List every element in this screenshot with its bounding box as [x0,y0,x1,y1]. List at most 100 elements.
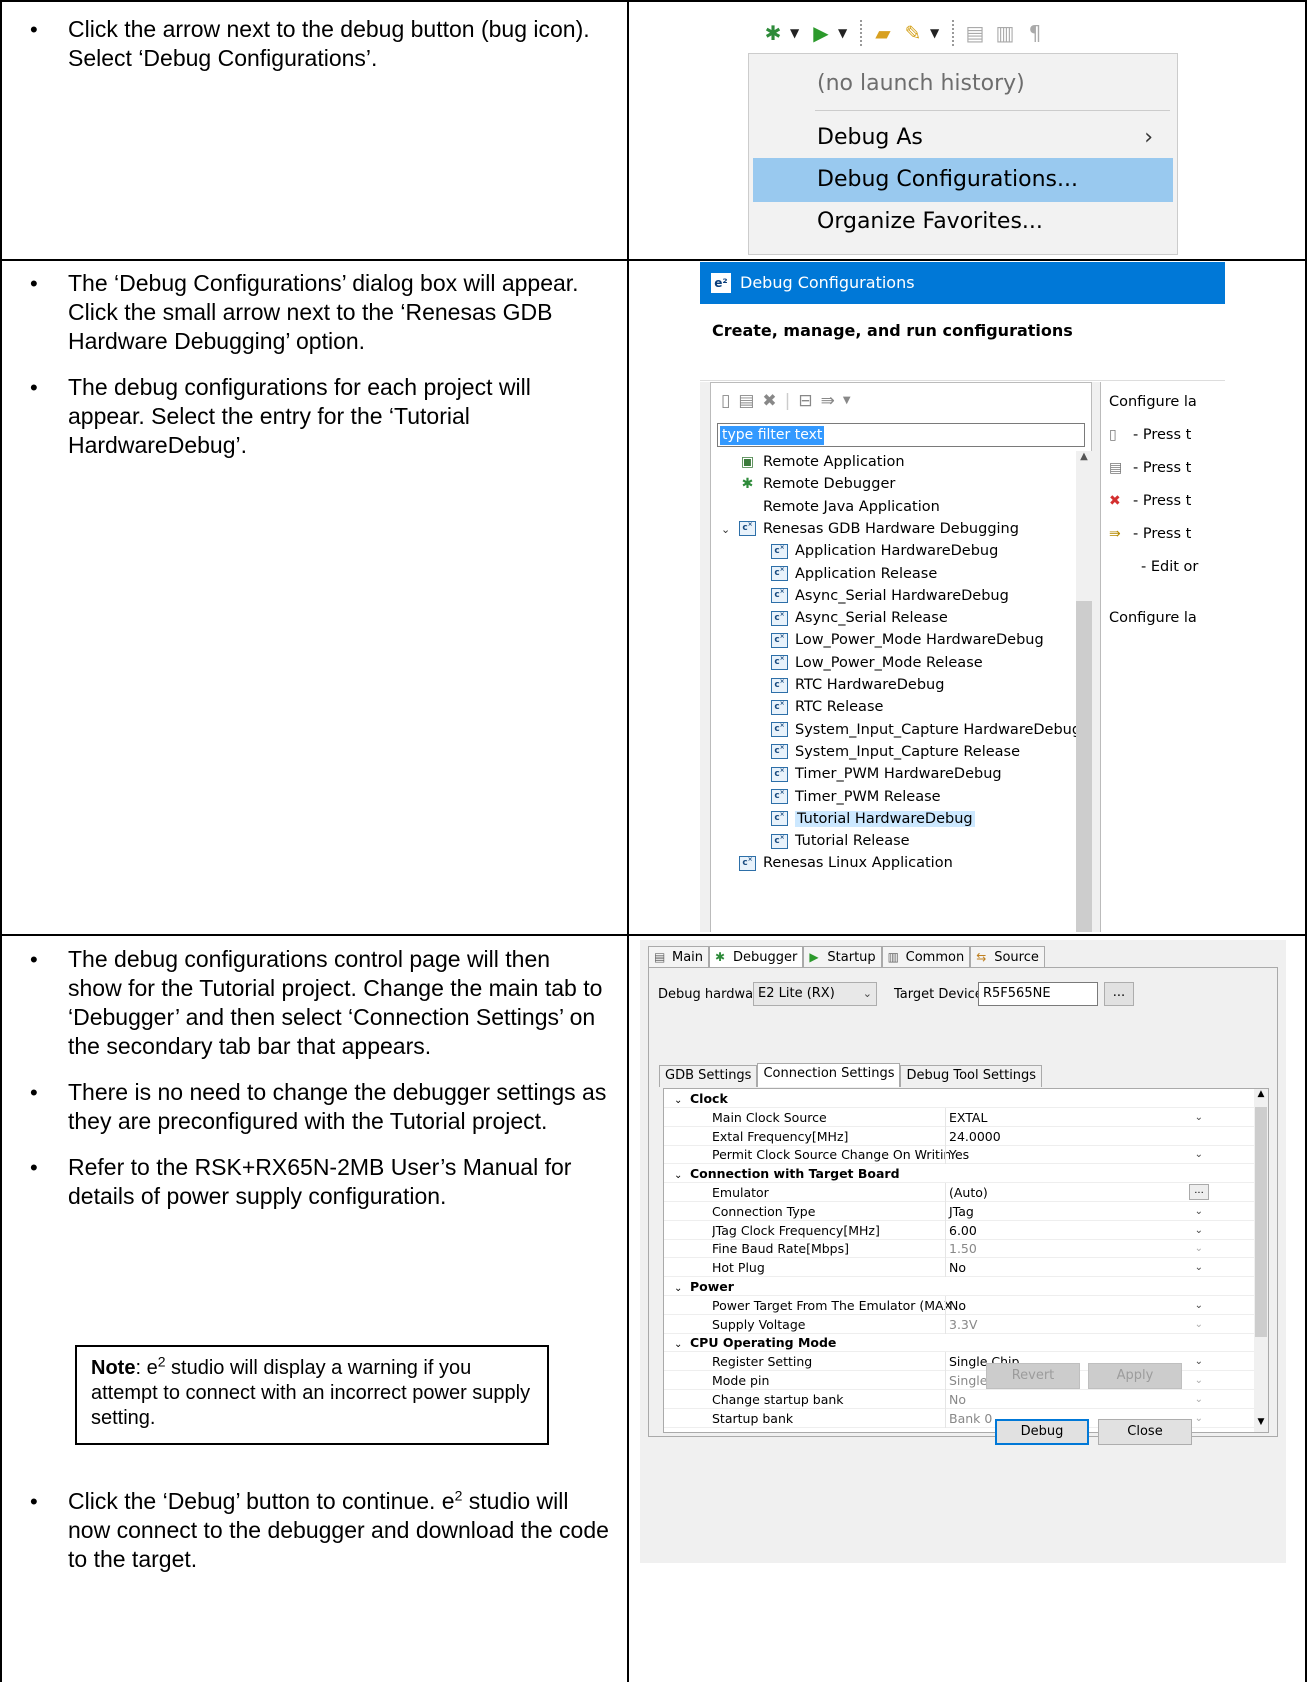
property-row[interactable]: JTag Clock Frequency[MHz] 6.00 ⌄ [664,1220,1254,1240]
property-row[interactable]: Connection Type JTag ⌄ [664,1201,1254,1221]
property-row[interactable]: Hot Plug No ⌄ [664,1258,1254,1278]
scroll-up-arrow-icon[interactable]: ▲ [1254,1089,1268,1099]
property-value[interactable]: (Auto)... [945,1183,1215,1202]
close-button[interactable]: Close [1098,1419,1192,1445]
tree-item[interactable]: c× Timer_PWM HardwareDebug [771,763,1002,785]
property-row[interactable]: Extal Frequency[MHz] 24.0000 [664,1126,1254,1146]
duplicate-icon[interactable]: ▤ [738,391,754,411]
scroll-down-arrow-icon[interactable]: ▼ [1254,1417,1268,1427]
filter-icon[interactable]: ⇛ [821,391,835,411]
ellipsis-button[interactable]: ... [1189,1184,1209,1200]
chevron-down-icon[interactable]: ⌄ [1195,1108,1203,1127]
debug-button[interactable]: Debug [995,1419,1089,1445]
chevron-down-icon[interactable]: ⌄ [1195,1221,1203,1240]
menu-item-debug-configurations[interactable]: Debug Configurations... [753,158,1173,202]
tree-item[interactable]: c× Async_Serial Release [771,607,948,629]
tree-item[interactable]: c× Renesas Linux Application [721,852,953,874]
menu-item-debug-as[interactable]: Debug As › [753,116,1173,160]
scroll-up-arrow-icon[interactable]: ▲ [1076,451,1092,467]
property-value[interactable]: No ⌄ [945,1295,1215,1315]
tree-item[interactable]: c× System_Input_Capture HardwareDebug [771,719,1081,741]
property-row[interactable]: Permit Clock Source Change On Writing IY… [664,1145,1254,1165]
tree-item[interactable]: ▣ Remote Application [721,451,905,473]
chevron-down-icon[interactable]: ⌄ [1195,1202,1203,1221]
new-config-icon[interactable]: ▯ [721,391,730,411]
chevron-down-icon[interactable]: ⌄ [1195,1409,1203,1428]
tree-item[interactable]: c× Low_Power_Mode Release [771,652,983,674]
tree-item[interactable]: c× RTC HardwareDebug [771,674,944,696]
property-row[interactable]: Main Clock Source EXTAL ⌄ [664,1107,1254,1127]
tree-item[interactable]: c× RTC Release [771,696,883,718]
tab-startup[interactable]: ▶ Startup [803,946,882,968]
property-row[interactable]: Supply Voltage 3.3V ⌄ [664,1314,1254,1334]
property-value[interactable]: 6.00 ⌄ [945,1220,1215,1240]
property-value[interactable]: 3.3V ⌄ [945,1314,1215,1334]
property-row[interactable]: Change startup bank No ⌄ [664,1389,1254,1409]
tab-main[interactable]: ▤ Main [648,946,710,968]
debug-dropdown-arrow[interactable]: ▼ [790,26,804,40]
property-category[interactable]: ⌄ Clock [664,1089,1254,1108]
tree-item[interactable]: c× Low_Power_Mode HardwareDebug [771,629,1044,651]
document-icon[interactable]: ▤ [962,20,988,46]
property-category[interactable]: ⌄ Connection with Target Board [664,1164,1254,1184]
revert-button[interactable]: Revert [986,1363,1080,1389]
filter-dropdown-arrow[interactable]: ▼ [843,391,851,411]
delete-icon[interactable]: ✖ [762,391,776,411]
grid-scrollbar[interactable]: ▲ ▼ [1254,1089,1268,1432]
filter-input[interactable]: type filter text [717,423,1085,447]
chevron-down-icon[interactable]: ⌄ [1195,1296,1203,1315]
tree-item[interactable]: c× System_Input_Capture Release [771,741,1020,763]
property-category[interactable]: ⌄ Power [664,1277,1254,1296]
tab-source[interactable]: ⇆ Source [970,946,1045,968]
chevron-down-icon[interactable]: ⌄ [1195,1258,1203,1277]
chevron-down-icon[interactable]: ⌄ [1195,1371,1203,1390]
subtab[interactable]: GDB Settings [659,1065,758,1087]
tree-item[interactable]: ✱ Remote Debugger [721,473,896,495]
chevron-down-icon[interactable]: ⌄ [1195,1352,1203,1371]
list-icon[interactable]: ▥ [992,20,1018,46]
run-icon[interactable]: ▶ [808,20,834,46]
chevron-down-icon[interactable]: ⌄ [1195,1390,1203,1409]
chevron-down-icon[interactable]: ⌄ [721,519,739,541]
property-row[interactable]: Power Target From The Emulator (MAX 2(No… [664,1295,1254,1315]
wand-icon[interactable]: ✎ [900,20,926,46]
chevron-down-icon[interactable]: ⌄ [1195,1239,1203,1258]
collapse-all-icon[interactable]: ⊟ [798,391,812,411]
tree-item[interactable]: Remote Java Application [721,496,940,518]
tree-item[interactable]: c× Tutorial HardwareDebug [771,808,975,830]
scroll-thumb[interactable] [1255,1107,1267,1337]
scroll-thumb[interactable] [1076,601,1092,932]
tree-item[interactable]: ⌄ c× Renesas GDB Hardware Debugging [721,518,1019,540]
property-value[interactable]: 24.0000 [945,1126,1215,1146]
property-value[interactable]: Yes ⌄ [945,1145,1215,1165]
target-device-field[interactable]: R5F565NE [978,982,1098,1006]
property-category[interactable]: ⌄ CPU Operating Mode [664,1333,1254,1353]
chevron-down-icon[interactable]: ⌄ [1195,1315,1203,1334]
tree-item[interactable]: c× Tutorial Release [771,830,910,852]
tree-item[interactable]: c× Application Release [771,563,937,585]
tool-dropdown-arrow[interactable]: ▼ [930,26,944,40]
run-dropdown-arrow[interactable]: ▼ [838,26,852,40]
apply-button[interactable]: Apply [1088,1363,1182,1389]
property-value[interactable]: 1.50 ⌄ [945,1239,1215,1259]
tab-debugger[interactable]: ✱ Debugger [709,946,804,968]
property-value[interactable]: No ⌄ [945,1258,1215,1278]
menu-item-organize-favorites[interactable]: Organize Favorites... [753,200,1173,244]
subtab[interactable]: Connection Settings [757,1063,901,1087]
subtab[interactable]: Debug Tool Settings [900,1065,1043,1087]
property-value[interactable]: No ⌄ [945,1389,1215,1409]
tree-item[interactable]: c× Timer_PWM Release [771,786,941,808]
property-row[interactable]: Fine Baud Rate[Mbps] 1.50 ⌄ [664,1239,1254,1259]
property-value[interactable]: EXTAL ⌄ [945,1107,1215,1127]
tree-scrollbar[interactable]: ▲ [1076,451,1092,932]
chevron-down-icon[interactable]: ⌄ [1195,1145,1203,1164]
folder-icon[interactable]: ▰ [870,20,896,46]
tab-common[interactable]: ▥ Common [881,946,971,968]
browse-device-button[interactable]: ... [1104,982,1134,1006]
bug-icon[interactable]: ✱ [760,20,786,46]
paragraph-icon[interactable]: ¶ [1022,20,1048,46]
tree-item[interactable]: c× Async_Serial HardwareDebug [771,585,1009,607]
tree-item[interactable]: c× Application HardwareDebug [771,540,998,562]
debug-hardware-select[interactable]: E2 Lite (RX) ⌄ [753,982,877,1006]
property-row[interactable]: Emulator (Auto)... [664,1183,1254,1202]
